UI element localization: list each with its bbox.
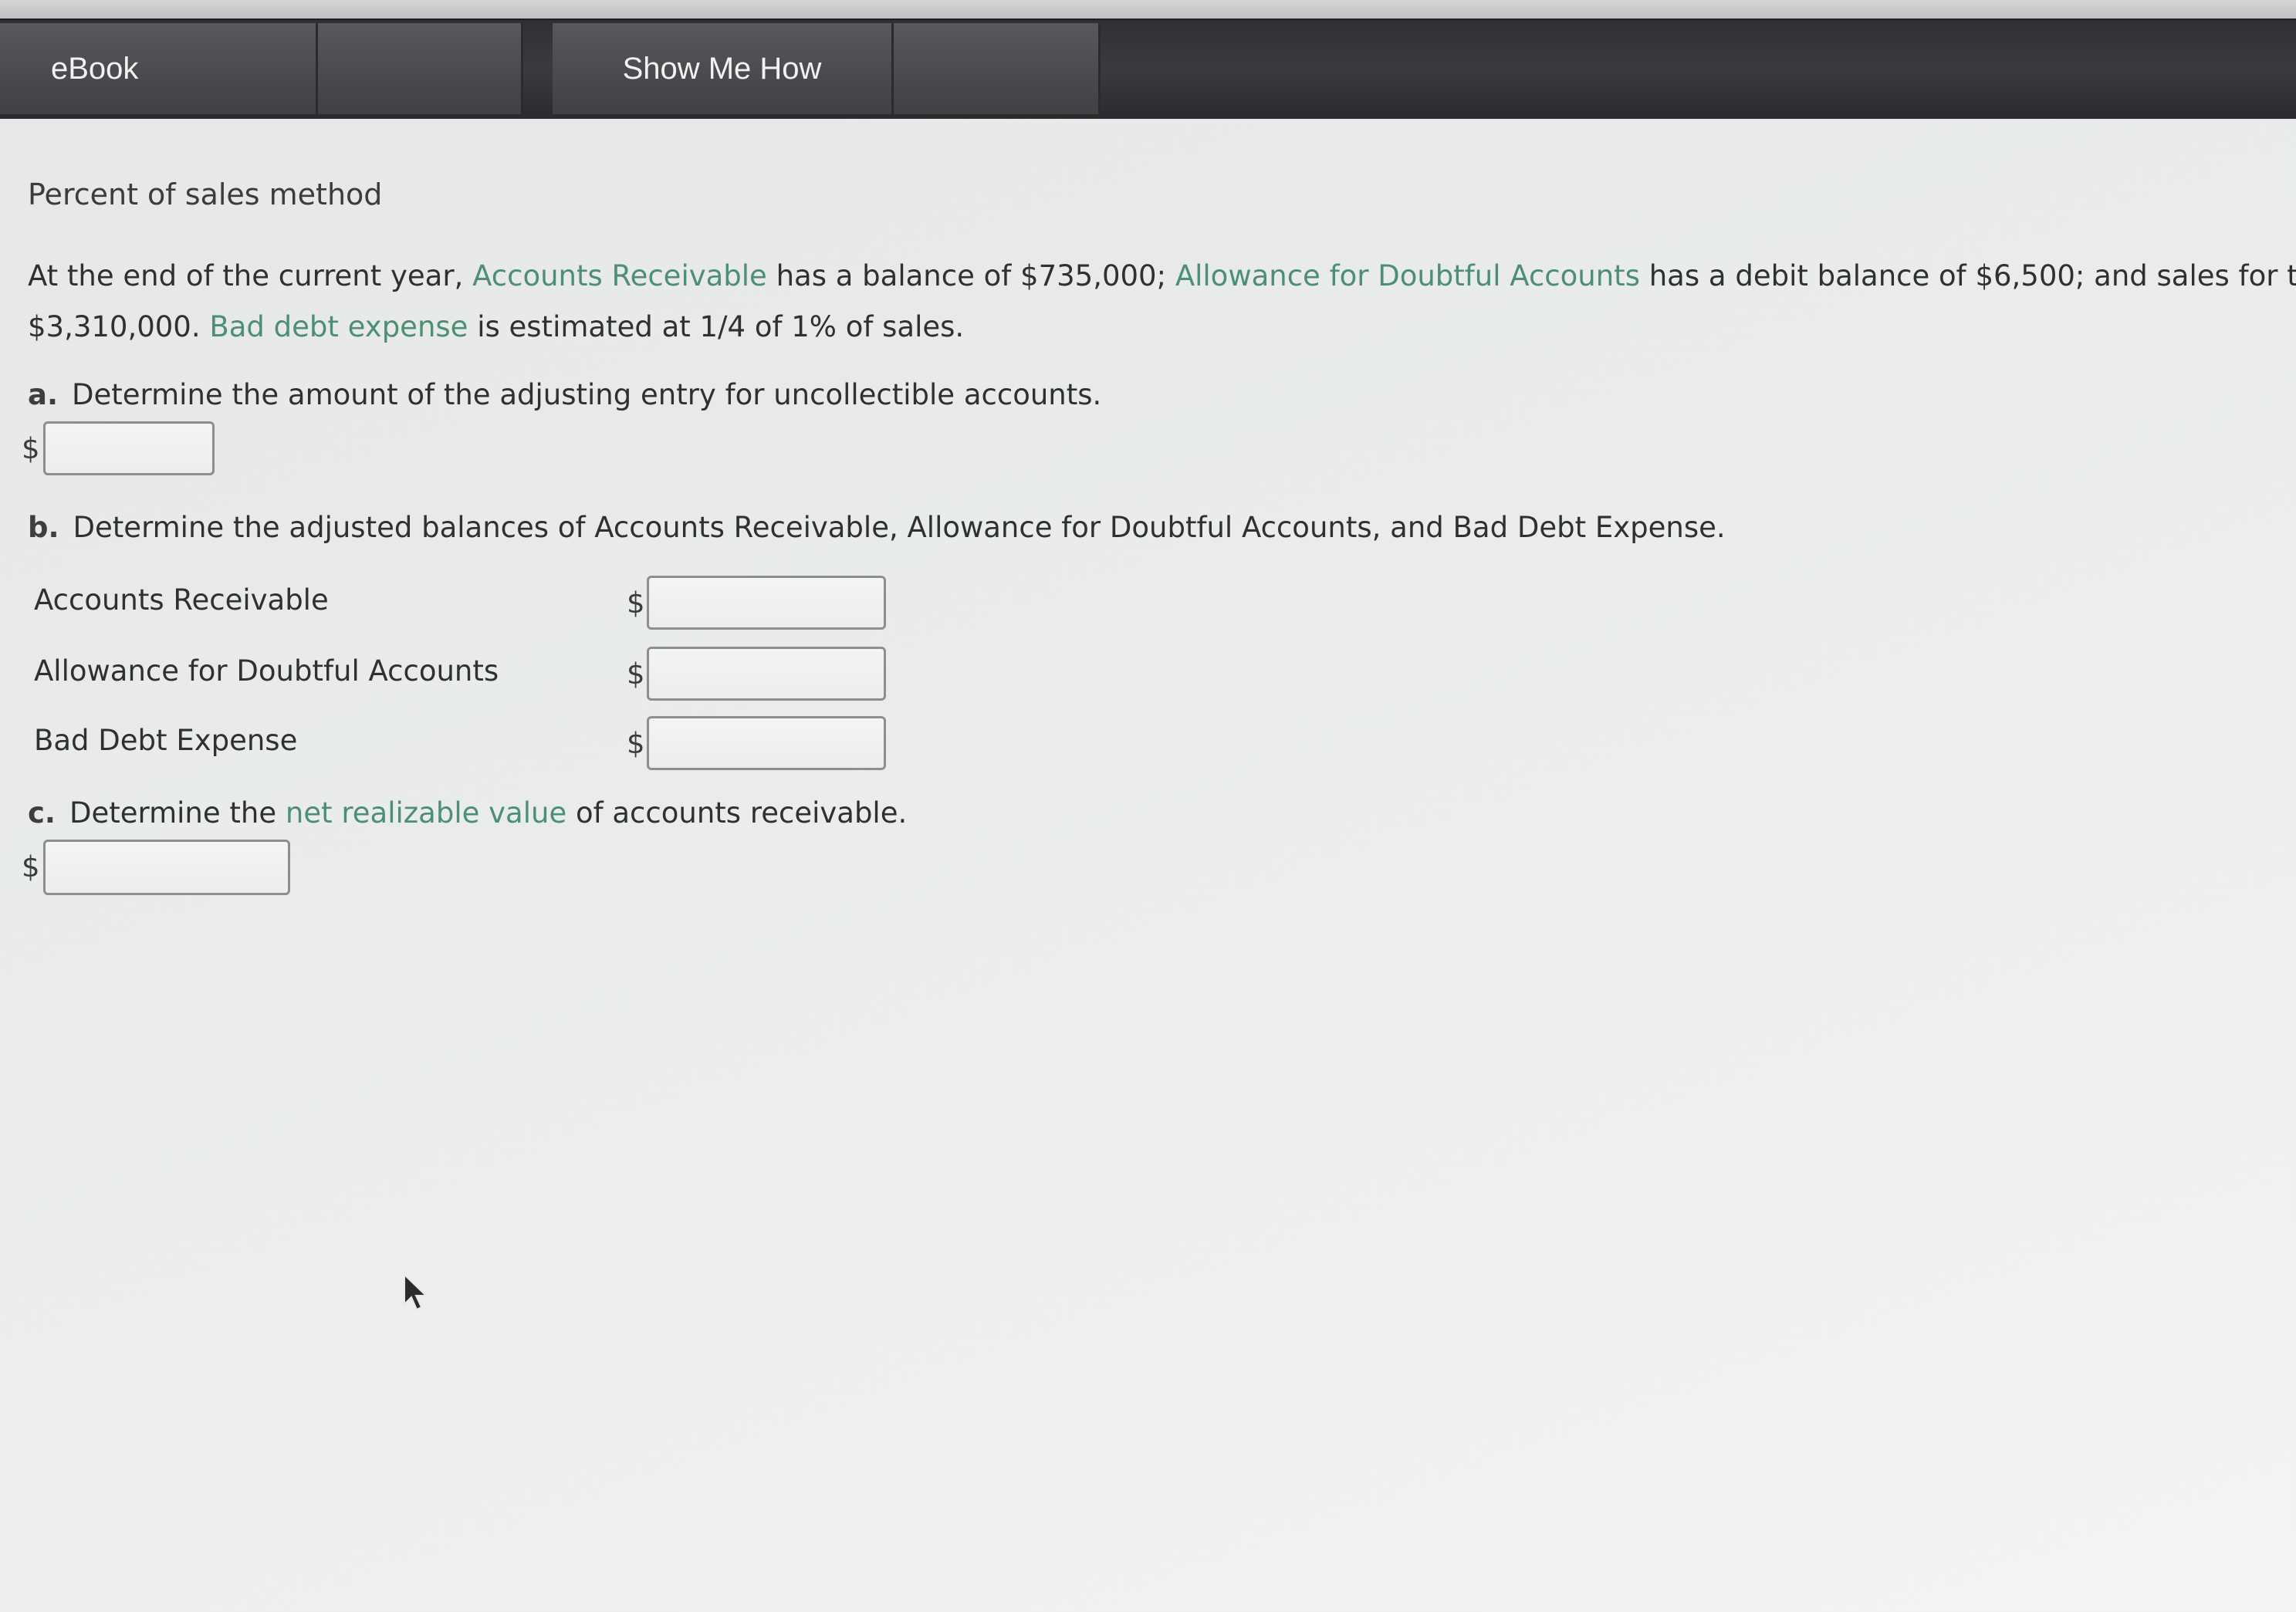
text-segment: At the end of the current year, [28,259,473,292]
part-a-letter: a. [28,378,59,411]
part-c-letter: c. [28,796,56,830]
part-c-currency: $ [22,850,40,884]
window-top-strip [0,0,2296,19]
accounts-receivable-input[interactable] [647,576,886,630]
text-segment: has a balance of $735,000; [766,259,1175,292]
part-b-question: b. Determine the adjusted balances of Acc… [28,511,1726,544]
term-link-bad-debt-expense[interactable]: Bad debt expense [209,310,468,343]
term-link-allowance[interactable]: Allowance for Doubtful Accounts [1175,259,1640,292]
tab-ebook[interactable]: eBook [0,23,318,114]
part-b-text: Determine the adjusted balances of Accou… [73,511,1726,544]
part-b-letter: b. [28,511,59,544]
tab-bar: eBook Show Me How [0,19,2296,119]
part-c-answer-input[interactable] [43,840,290,895]
tab-show-me-how-label: Show Me How [622,51,822,86]
part-a-answer-input[interactable] [43,421,215,475]
row-label-allowance: Allowance for Doubtful Accounts [34,654,499,688]
text-segment: $3,310,000. [28,310,210,343]
tab-show-me-how[interactable]: Show Me How [553,23,894,114]
part-a-question: a. Determine the amount of the adjusting … [28,378,1101,411]
problem-line-1: At the end of the current year, Accounts… [28,251,2296,302]
row-label-accounts-receivable: Accounts Receivable [34,583,329,617]
text-segment: has a debit balance of $6,500; and sales… [1639,259,2296,292]
row-currency-allowance: $ [627,657,645,691]
part-c-text-2: of accounts receivable. [566,796,908,830]
part-c-text-1: Determine the [69,796,286,830]
tab-ebook-label: eBook [51,51,139,86]
part-c-question: c. Determine the net realizable value of … [28,796,907,830]
tab-blank-1[interactable] [318,23,523,114]
term-link-accounts-receivable[interactable]: Accounts Receivable [472,259,767,292]
allowance-input[interactable] [647,647,886,701]
part-a-currency: $ [22,432,40,465]
problem-title: Percent of sales method [28,177,383,211]
row-currency-accounts-receivable: $ [627,586,645,620]
mouse-pointer-icon [404,1273,428,1311]
part-a-text: Determine the amount of the adjusting en… [72,378,1102,411]
row-label-bad-debt-expense: Bad Debt Expense [34,724,298,757]
tab-blank-2[interactable] [894,23,1101,114]
problem-statement: At the end of the current year, Accounts… [28,251,2296,353]
row-currency-bad-debt-expense: $ [627,727,645,760]
term-link-net-realizable-value[interactable]: net realizable value [286,796,566,830]
text-segment: is estimated at 1/4 of 1% of sales. [468,310,965,343]
bad-debt-expense-input[interactable] [647,716,886,770]
problem-line-2: $3,310,000. Bad debt expense is estimate… [28,302,2296,353]
